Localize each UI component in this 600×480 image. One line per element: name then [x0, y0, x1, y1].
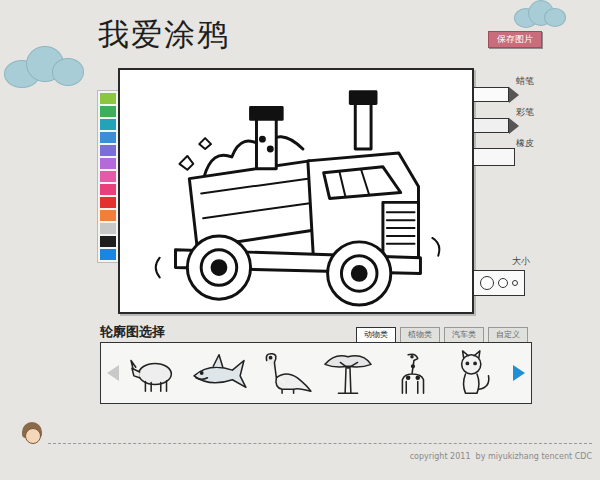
footer: copyright 2011 by miyukizhang tencent CD…	[0, 416, 600, 462]
tree-icon	[319, 349, 377, 397]
thumbnail-strip	[100, 342, 532, 404]
app-title: 我爱涂鸦	[98, 16, 230, 53]
tool-item[interactable]: 橡皮	[474, 138, 544, 167]
category-tab[interactable]: 植物类	[400, 327, 440, 342]
dinosaur-icon	[255, 349, 313, 397]
next-arrow-icon[interactable]	[513, 365, 525, 381]
size-dot[interactable]	[498, 278, 508, 288]
eraser-icon	[474, 148, 515, 166]
outline-thumbnail[interactable]	[126, 348, 184, 398]
color-swatch[interactable]	[100, 119, 116, 130]
tool-item[interactable]: 彩笔	[474, 107, 544, 134]
marker-icon	[474, 118, 519, 134]
header: 我爱涂鸦 保存图片	[0, 0, 600, 68]
shark-icon	[190, 349, 248, 397]
tool-column: 蜡笔彩笔橡皮大小	[474, 76, 544, 316]
outline-thumbnail[interactable]	[190, 348, 248, 398]
color-swatch[interactable]	[100, 223, 116, 234]
drawing-canvas[interactable]	[118, 68, 474, 314]
cat-icon	[448, 349, 506, 397]
color-swatch[interactable]	[100, 210, 116, 221]
picker-title: 轮廓图选择	[100, 324, 165, 340]
avatar-icon	[20, 422, 44, 450]
color-swatch[interactable]	[100, 158, 116, 169]
doodle-page: 我爱涂鸦 保存图片蜡笔彩笔橡皮大小轮廓图选择 动物类植物类汽车类自定义 copyrig…	[0, 0, 600, 480]
color-swatch[interactable]	[100, 132, 116, 143]
category-tab[interactable]: 自定义	[488, 327, 528, 342]
thumbnail-list	[123, 348, 509, 398]
copyright-text: copyright 2011 by miyukizhang tencent CD…	[20, 452, 592, 462]
color-swatch[interactable]	[100, 106, 116, 117]
tool-label: 橡皮	[516, 138, 544, 149]
cloud-decoration	[514, 0, 566, 30]
prev-arrow-icon[interactable]	[107, 365, 119, 381]
color-swatch[interactable]	[100, 197, 116, 208]
crayon-icon	[474, 87, 519, 103]
giraffe-icon	[383, 349, 441, 397]
dashed-line	[48, 443, 592, 444]
category-tab[interactable]: 动物类	[356, 327, 396, 342]
color-swatch[interactable]	[100, 171, 116, 182]
color-palette	[97, 90, 118, 263]
color-swatch[interactable]	[100, 93, 116, 104]
color-swatch[interactable]	[100, 145, 116, 156]
size-panel: 大小	[474, 255, 544, 296]
category-tab[interactable]: 汽车类	[444, 327, 484, 342]
category-tabs: 动物类植物类汽车类自定义	[356, 327, 528, 342]
footer-rule	[20, 416, 592, 450]
outline-picker: 轮廓图选择 动物类植物类汽车类自定义	[100, 320, 532, 404]
drawing-area: 蜡笔彩笔橡皮大小	[0, 68, 600, 320]
size-label: 大小	[512, 255, 544, 268]
tool-item[interactable]: 蜡笔	[474, 76, 544, 103]
color-swatch[interactable]	[100, 236, 116, 247]
size-dot[interactable]	[512, 280, 518, 286]
size-options	[474, 270, 525, 296]
color-swatch[interactable]	[100, 249, 116, 260]
save-button[interactable]: 保存图片	[488, 31, 542, 48]
outline-thumbnail[interactable]	[255, 348, 313, 398]
color-swatch[interactable]	[100, 184, 116, 195]
cloud-decoration	[4, 42, 84, 90]
outline-thumbnail[interactable]	[448, 348, 506, 398]
tool-label: 蜡笔	[516, 76, 544, 87]
picker-header: 轮廓图选择 动物类植物类汽车类自定义	[100, 320, 532, 342]
tool-label: 彩笔	[516, 107, 544, 118]
truck-outline-icon	[120, 70, 472, 312]
rhino-icon	[126, 349, 184, 397]
outline-thumbnail[interactable]	[319, 348, 377, 398]
outline-thumbnail[interactable]	[383, 348, 441, 398]
size-dot[interactable]	[480, 276, 494, 290]
